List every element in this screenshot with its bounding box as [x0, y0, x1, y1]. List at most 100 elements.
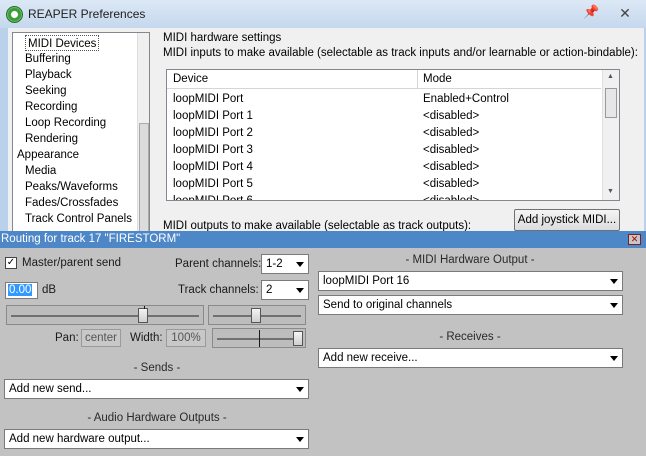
tree-item[interactable]: Recording — [25, 99, 77, 115]
midi-device-mode: Enabled+Control — [423, 93, 509, 105]
add-send-value: Add new send... — [9, 383, 92, 395]
volume-unit-label: dB — [42, 284, 57, 296]
midi-input-row[interactable]: loopMIDI Port 1 <disabled> — [167, 108, 601, 125]
midi-device-mode: <disabled> — [423, 161, 480, 173]
tree-item[interactable]: Fades/Crossfades — [25, 195, 118, 211]
chevron-down-icon — [296, 437, 304, 442]
midi-input-row[interactable]: loopMIDI Port Enabled+Control — [167, 91, 601, 108]
routing-title: Routing for track 17 "FIRESTORM" — [1, 233, 181, 245]
tree-scrollbar[interactable] — [137, 33, 149, 231]
add-hardware-output-value: Add new hardware output... — [9, 433, 150, 445]
midi-output-device-value: loopMIDI Port 16 — [323, 275, 410, 287]
midi-device-mode: <disabled> — [423, 144, 480, 156]
midi-device-name: loopMIDI Port 6 — [173, 195, 253, 201]
parent-channels-label: Parent channels: — [175, 258, 262, 270]
midi-device-name: loopMIDI Port 3 — [173, 144, 253, 156]
midi-inputs-header: Device Mode — [167, 70, 601, 89]
chevron-down-icon — [296, 387, 304, 392]
preferences-titlebar[interactable]: REAPER Preferences 📌 ✕ — [0, 0, 646, 28]
midi-device-mode: <disabled> — [423, 178, 480, 190]
midi-hardware-group-title: MIDI hardware settings — [163, 32, 282, 44]
scroll-down-icon[interactable]: ▼ — [607, 188, 614, 195]
chevron-down-icon — [610, 303, 618, 308]
mode-column-header[interactable]: Mode — [423, 73, 452, 85]
parent-channels-select[interactable]: 1-2 — [261, 254, 309, 274]
midi-device-name: loopMIDI Port 5 — [173, 178, 253, 190]
midi-inputs-label: MIDI inputs to make available (selectabl… — [163, 47, 638, 59]
chevron-down-icon — [296, 288, 304, 293]
sends-section-title: - Sends - — [133, 362, 181, 374]
column-separator[interactable] — [417, 70, 418, 89]
volume-slider-knob[interactable] — [138, 308, 148, 323]
midi-input-row[interactable]: loopMIDI Port 5 <disabled> — [167, 176, 601, 193]
width-value-box[interactable]: 100% — [166, 329, 206, 347]
width-slider-knob[interactable] — [293, 331, 303, 346]
tree-item[interactable]: Peaks/Waveforms — [25, 179, 118, 195]
add-send-select[interactable]: Add new send... — [4, 379, 309, 399]
preferences-window: REAPER Preferences 📌 ✕ MIDI Devices Buffe… — [0, 0, 646, 232]
tree-item[interactable]: Media — [25, 163, 56, 179]
track-channels-label: Track channels: — [178, 284, 259, 296]
preferences-client: MIDI Devices Buffering Playback Seeking Reco… — [8, 28, 644, 232]
chevron-down-icon — [610, 356, 618, 361]
pin-icon[interactable]: 📌 — [583, 4, 599, 20]
track-channels-select[interactable]: 2 — [261, 280, 309, 300]
routing-body: ✓ Master/parent send Parent channels: 1-… — [0, 248, 646, 456]
tree-item[interactable]: MIDI Devices — [25, 35, 100, 51]
midi-input-row[interactable]: loopMIDI Port 2 <disabled> — [167, 125, 601, 142]
midi-output-channel-select[interactable]: Send to original channels — [318, 295, 623, 315]
parent-channels-value: 1-2 — [266, 258, 283, 270]
tree-item[interactable]: Appearance — [17, 147, 79, 163]
width-slider[interactable] — [212, 328, 306, 348]
receives-section-title: - Receives - — [439, 331, 501, 343]
midi-inputs-scrollbar[interactable]: ▲ ▼ — [602, 70, 619, 200]
midi-device-name: loopMIDI Port 4 — [173, 161, 253, 173]
pan-slider-knob[interactable] — [251, 308, 261, 323]
audio-hardware-outputs-title: - Audio Hardware Outputs - — [87, 412, 227, 424]
add-receive-value: Add new receive... — [323, 352, 418, 364]
close-button[interactable]: ✕ — [612, 5, 638, 22]
routing-close-icon[interactable]: ✕ — [628, 234, 641, 245]
volume-slider-track — [11, 315, 199, 317]
width-center-mark — [259, 330, 260, 347]
preferences-title: REAPER Preferences — [28, 7, 146, 21]
tree-item[interactable]: Track Control Panels — [25, 211, 132, 227]
volume-unity-mark — [144, 306, 145, 309]
volume-slider[interactable] — [6, 305, 204, 325]
tree-item[interactable]: Seeking — [25, 83, 67, 99]
midi-input-row[interactable]: loopMIDI Port 4 <disabled> — [167, 159, 601, 176]
scroll-up-icon[interactable]: ▲ — [607, 73, 614, 80]
midi-device-name: loopMIDI Port 1 — [173, 110, 253, 122]
tree-item[interactable]: Loop Recording — [25, 115, 106, 131]
add-joystick-midi-button[interactable]: Add joystick MIDI... — [514, 209, 620, 231]
tree-item[interactable]: Playback — [25, 67, 72, 83]
midi-device-mode: <disabled> — [423, 110, 480, 122]
volume-input[interactable]: 0.00 — [5, 282, 38, 299]
width-label: Width: — [130, 332, 163, 344]
device-column-header[interactable]: Device — [173, 73, 208, 85]
midi-input-row[interactable]: loopMIDI Port 6 <disabled> — [167, 193, 601, 201]
midi-output-channel-value: Send to original channels — [323, 299, 453, 311]
add-receive-select[interactable]: Add new receive... — [318, 348, 623, 368]
midi-input-row[interactable]: loopMIDI Port 3 <disabled> — [167, 142, 601, 159]
tree-item[interactable]: Buffering — [25, 51, 71, 67]
add-hardware-output-select[interactable]: Add new hardware output... — [4, 429, 309, 449]
routing-titlebar[interactable]: Routing for track 17 "FIRESTORM" ✕ — [0, 231, 646, 248]
routing-window: Routing for track 17 "FIRESTORM" ✕ ✓ Mas… — [0, 231, 646, 456]
tree-item[interactable]: Rendering — [25, 131, 78, 147]
midi-device-mode: <disabled> — [423, 195, 480, 201]
midi-output-device-select[interactable]: loopMIDI Port 16 — [318, 271, 623, 291]
midi-device-mode: <disabled> — [423, 127, 480, 139]
midi-inputs-list[interactable]: Device Mode loopMIDI Port Enabled+Control… — [166, 69, 620, 201]
midi-device-name: loopMIDI Port 2 — [173, 127, 253, 139]
track-channels-value: 2 — [266, 284, 273, 296]
master-send-checkbox[interactable]: ✓ — [5, 257, 17, 269]
chevron-down-icon — [296, 262, 304, 267]
preferences-category-tree[interactable]: MIDI Devices Buffering Playback Seeking Reco… — [12, 32, 150, 232]
pan-value-box[interactable]: center — [81, 329, 121, 347]
pan-slider[interactable] — [208, 305, 306, 325]
midi-inputs-scrollbar-thumb[interactable] — [605, 88, 617, 118]
pan-label: Pan: — [55, 332, 79, 344]
chevron-down-icon — [610, 279, 618, 284]
tree-scrollbar-thumb[interactable] — [139, 123, 149, 231]
